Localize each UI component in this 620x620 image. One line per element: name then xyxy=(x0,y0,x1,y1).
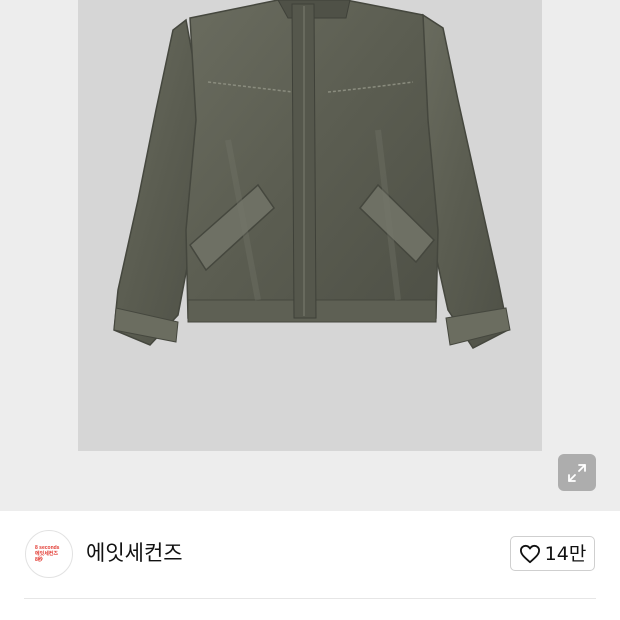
product-image[interactable] xyxy=(78,0,542,451)
heart-outline-icon xyxy=(519,544,540,563)
like-count: 14만 xyxy=(544,542,587,565)
brand-name[interactable]: 에잇세컨즈 xyxy=(86,539,183,567)
divider xyxy=(24,598,596,599)
expand-image-button[interactable] xyxy=(558,454,596,491)
like-button[interactable]: 14만 xyxy=(510,536,595,571)
product-hero xyxy=(0,0,620,511)
brand-logo-line: 8秒 xyxy=(35,557,43,563)
brand-logo[interactable]: 8 seconds 에잇세컨즈 8秒 xyxy=(25,530,73,578)
expand-arrows-icon xyxy=(568,463,586,482)
jacket-photo xyxy=(113,0,511,349)
